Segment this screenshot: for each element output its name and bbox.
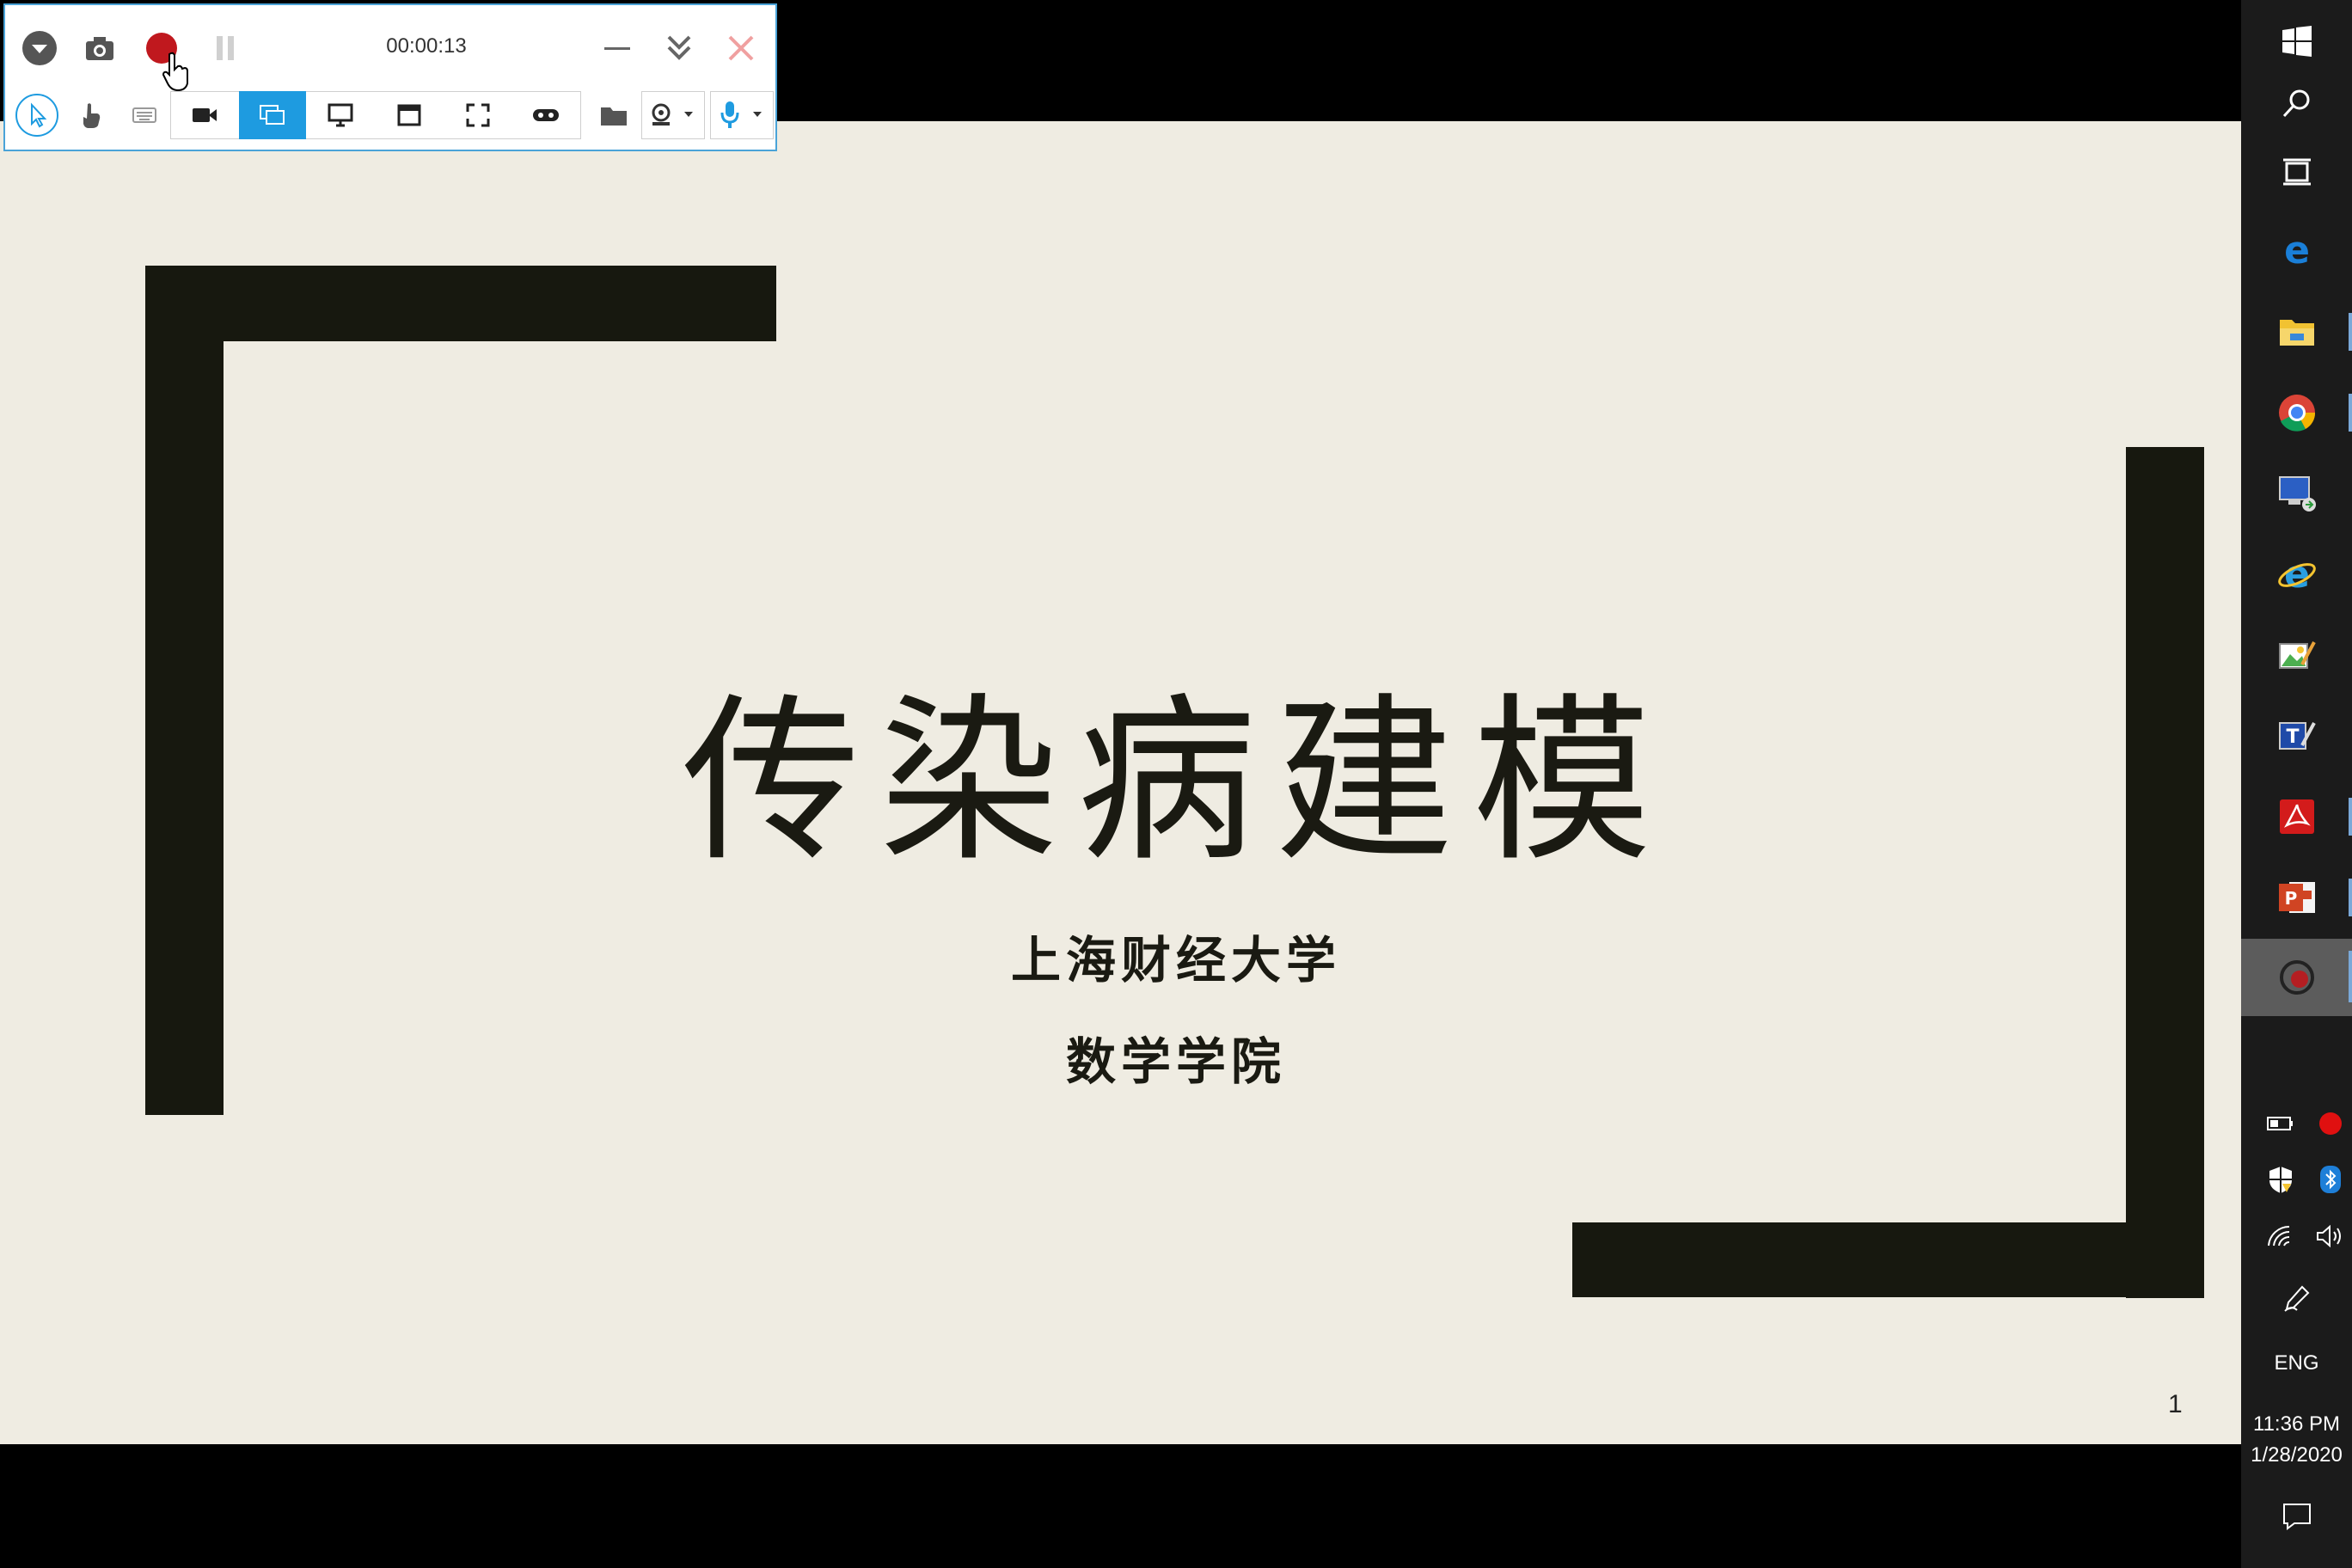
clock-date[interactable]: 1/28/2020 (2241, 1441, 2352, 1470)
collapse-icon (667, 35, 691, 60)
teamviewer-taskbar-button[interactable]: T (2241, 705, 2352, 767)
camera-icon[interactable] (81, 29, 119, 67)
keyboard-icon (132, 107, 156, 123)
game-icon (533, 109, 559, 121)
input-language[interactable]: ENG (2241, 1346, 2352, 1381)
pen-ink-icon[interactable] (2275, 1279, 2318, 1317)
clock-time[interactable]: 11:36 PM (2241, 1410, 2352, 1439)
fullscreen-icon (466, 103, 490, 127)
pause-icon (217, 36, 234, 60)
search-icon (2282, 89, 2309, 118)
fullscreen-mode-button[interactable] (445, 91, 511, 139)
screen-recorder-taskbar-button[interactable] (2241, 939, 2352, 1016)
action-center-icon[interactable] (2275, 1499, 2318, 1534)
microphone-icon (720, 101, 762, 128)
slide-subtitle-school: 数学学院 (1065, 1032, 1286, 1091)
pause-button[interactable] (206, 29, 244, 67)
mouse-cursor-icon (158, 48, 193, 95)
screen-recorder-icon (2279, 960, 2314, 995)
slide-subtitle-university: 上海财经大学 (1010, 931, 1341, 989)
edge-taskbar-button[interactable]: e (2241, 220, 2352, 282)
hand-icon (83, 103, 101, 128)
minimize-icon (604, 47, 630, 50)
svg-text:e: e (2284, 232, 2310, 270)
image-editor-icon (2278, 641, 2316, 669)
powerpoint-icon: P (2278, 882, 2315, 913)
remote-desktop-taskbar-button[interactable] (2241, 462, 2352, 524)
hand-tool-button[interactable] (72, 91, 110, 139)
folder-icon (601, 107, 627, 126)
slide-number: 1 (2168, 1390, 2183, 1418)
open-folder-button[interactable] (590, 91, 638, 139)
chrome-taskbar-button[interactable] (2241, 382, 2352, 444)
task-view-button[interactable] (2241, 141, 2352, 203)
close-icon (728, 35, 754, 61)
recording-indicator-icon[interactable] (2312, 1107, 2349, 1140)
wifi-icon[interactable] (2262, 1219, 2300, 1253)
windows-start-button[interactable] (2241, 10, 2352, 72)
screen-recorder-toolbar: 00:00:13 (3, 3, 777, 151)
window-mode-button[interactable] (377, 91, 442, 139)
slide-bracket-bottom-right (1572, 1222, 2204, 1297)
microphone-dropdown[interactable] (710, 91, 774, 139)
edge-icon: e (2284, 232, 2310, 270)
acrobat-taskbar-button[interactable] (2241, 786, 2352, 848)
file-explorer-icon (2279, 320, 2314, 346)
webcam-dropdown[interactable] (641, 91, 705, 139)
internet-explorer-icon: e (2277, 554, 2316, 594)
windows-start-icon (2282, 26, 2312, 57)
minimize-button[interactable] (598, 29, 636, 67)
svg-text:T: T (2286, 726, 2299, 748)
monitor-icon (328, 103, 353, 127)
screen-region-mode-button[interactable] (239, 91, 306, 139)
remote-desktop-icon (2278, 476, 2316, 511)
powerpoint-taskbar-button[interactable]: P (2241, 867, 2352, 928)
task-view-icon (2282, 158, 2311, 186)
webcam-icon (652, 103, 693, 126)
slide-bracket-top-left (145, 266, 776, 341)
screen-region-icon (260, 105, 285, 125)
internet-explorer-taskbar-button[interactable]: e (2241, 543, 2352, 605)
cursor-icon (15, 94, 58, 137)
file-explorer-taskbar-button[interactable] (2241, 301, 2352, 363)
game-mode-button[interactable] (512, 91, 579, 139)
keyboard-button[interactable] (126, 91, 163, 139)
dropdown-icon[interactable] (21, 29, 58, 67)
image-editor-taskbar-button[interactable] (2241, 624, 2352, 686)
svg-text:e: e (2284, 554, 2310, 594)
search-button[interactable] (2241, 72, 2352, 134)
monitor-mode-button[interactable] (308, 91, 373, 139)
close-button[interactable] (722, 29, 760, 67)
slide-title: 传染病建模 (682, 678, 1670, 886)
windows-taskbar: e e T P ENG 11:36 PM 1/28/2020 (2241, 0, 2352, 1568)
window-icon (397, 104, 421, 126)
cursor-mode-button[interactable] (14, 91, 60, 139)
volume-icon[interactable] (2312, 1219, 2349, 1253)
chrome-icon (2278, 395, 2315, 432)
collapse-button[interactable] (660, 29, 698, 67)
video-icon (193, 108, 217, 122)
svg-text:P: P (2284, 888, 2297, 909)
recording-timer: 00:00:13 (386, 34, 467, 58)
bluetooth-icon[interactable] (2312, 1162, 2349, 1197)
video-mode-button[interactable] (172, 91, 237, 139)
battery-icon[interactable] (2262, 1111, 2300, 1136)
teamviewer-icon: T (2278, 722, 2316, 750)
acrobat-icon (2279, 799, 2314, 834)
security-shield-icon[interactable] (2262, 1162, 2300, 1197)
